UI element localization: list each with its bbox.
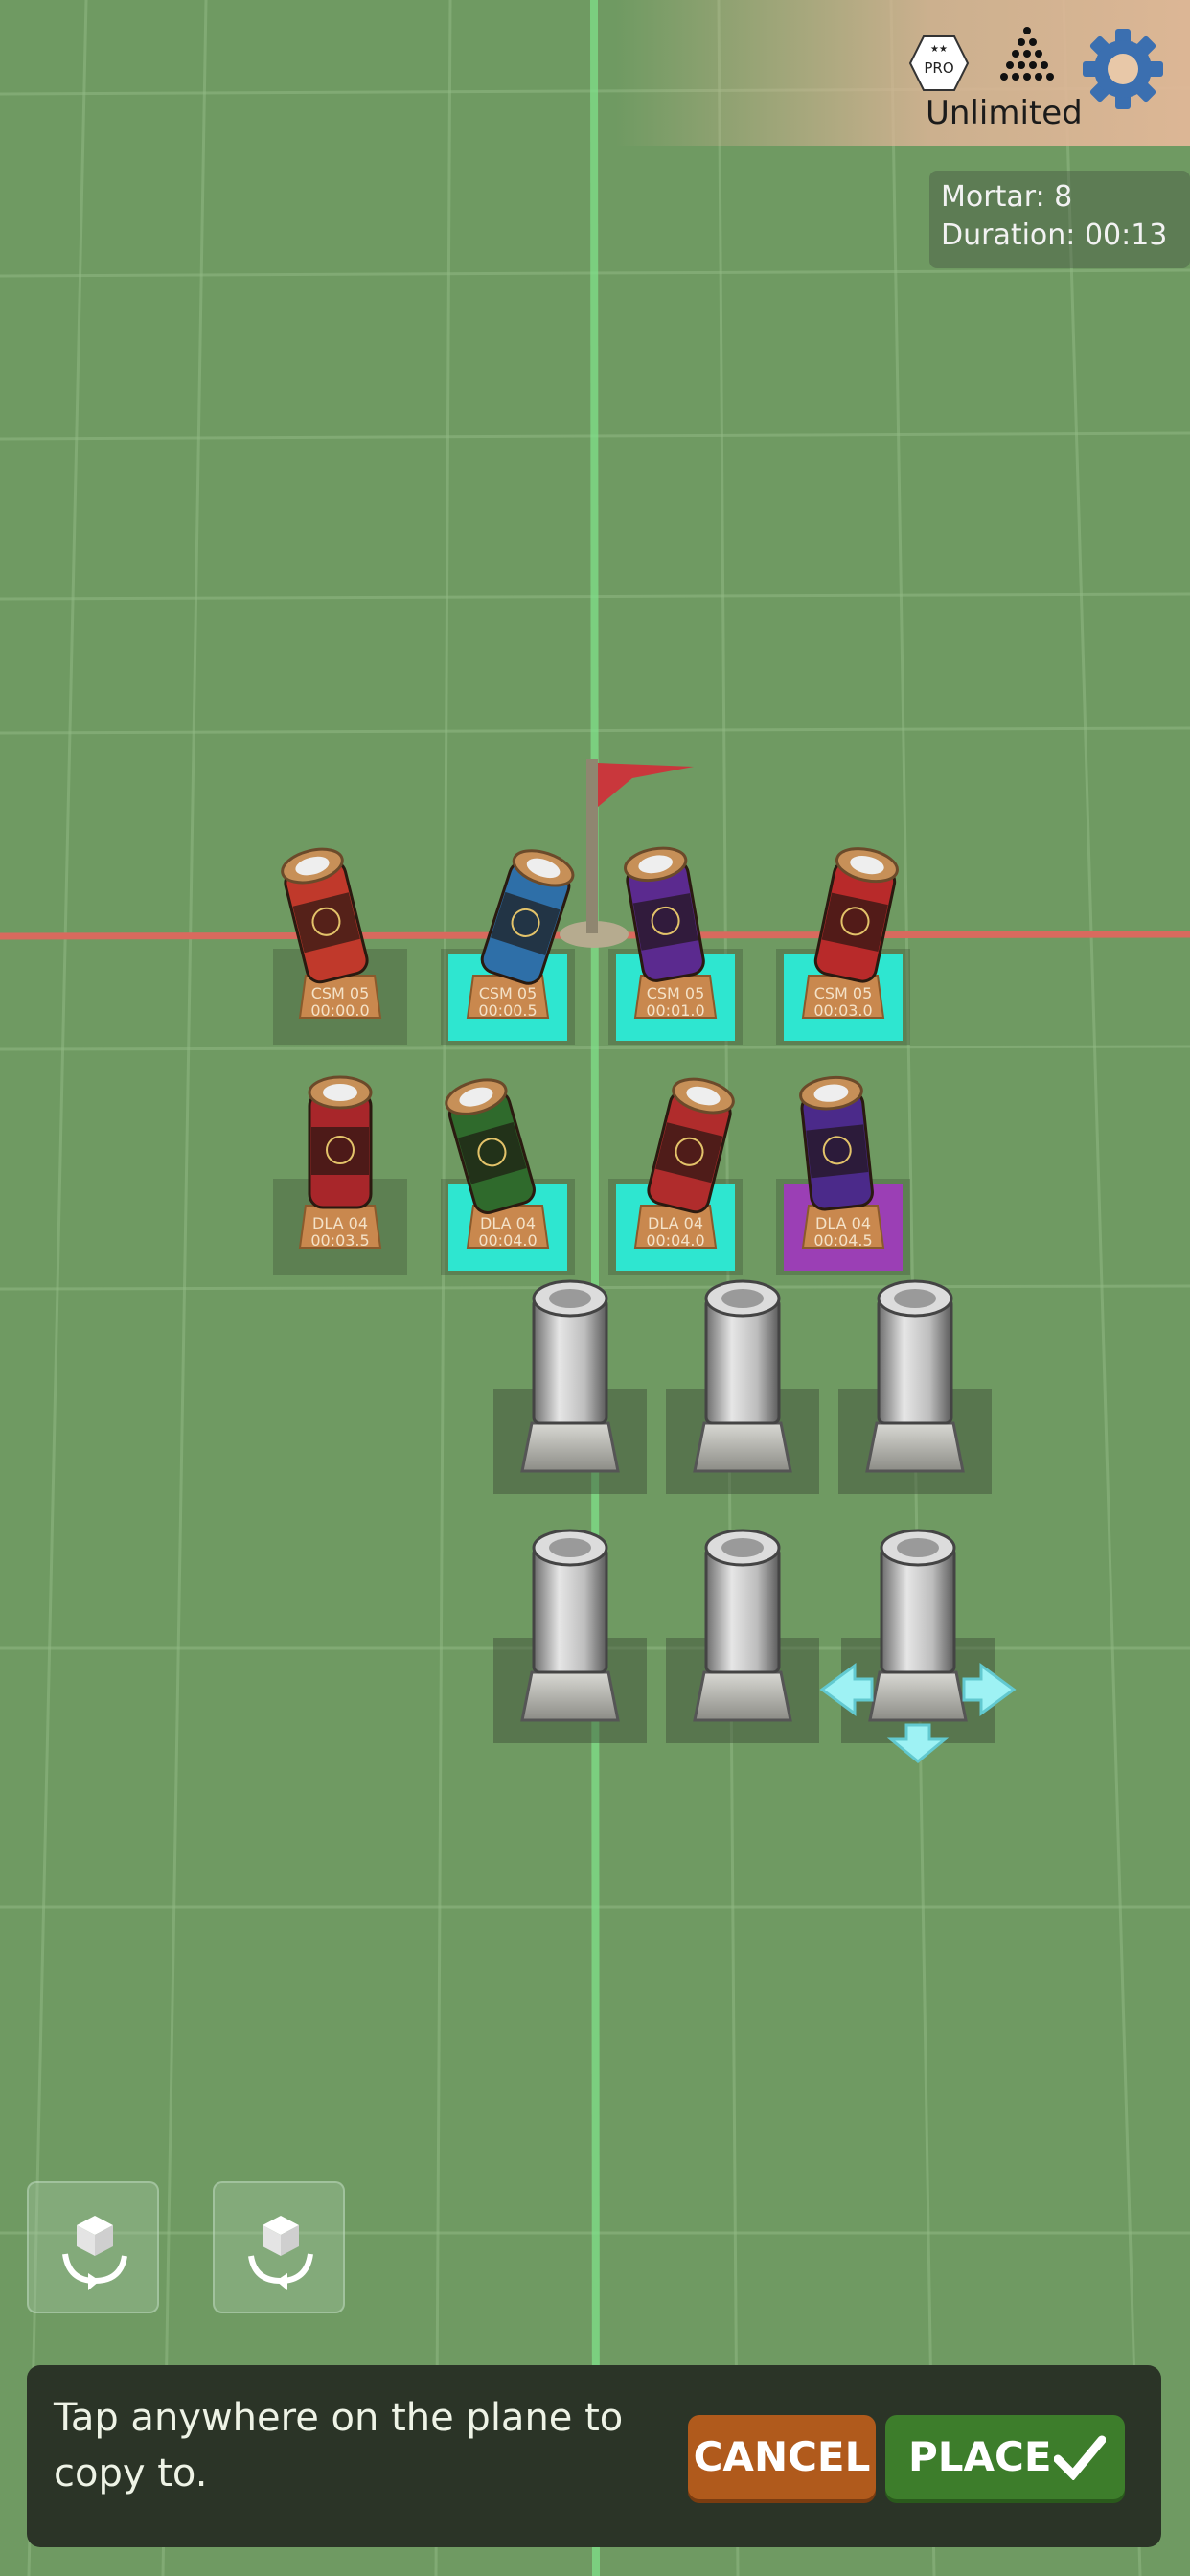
mortar-code-label: DLA 04 <box>480 1214 536 1232</box>
svg-text:★★: ★★ <box>930 44 948 55</box>
mortar-time-label: 00:01.0 <box>646 1001 704 1020</box>
place-button[interactable]: PLACE <box>885 2415 1125 2499</box>
copy-instruction-bar: Tap anywhere on the plane to copy to. CA… <box>27 2365 1161 2547</box>
mortar-code-label: CSM 05 <box>647 984 705 1002</box>
mortar-time-label: 00:03.5 <box>310 1231 369 1250</box>
mortar-code-label: CSM 05 <box>814 984 873 1002</box>
rotate-ccw-icon <box>62 2216 127 2290</box>
show-stats-panel: Mortar: 8 Duration: 00:13 <box>929 171 1190 268</box>
gear-icon[interactable] <box>1081 27 1165 111</box>
copy-hint-text: Tap anywhere on the plane to copy to. <box>54 2390 667 2501</box>
mortar-code-label: DLA 04 <box>815 1214 871 1232</box>
hint-line-1: Tap anywhere on the plane to <box>54 2396 624 2440</box>
mortar-code-label: CSM 05 <box>479 984 538 1002</box>
mortar-time-label: 00:00.0 <box>310 1001 369 1020</box>
fireworks-icon[interactable] <box>996 23 1058 92</box>
mode-label: Unlimited <box>926 94 1083 132</box>
hint-line-2: copy to. <box>54 2451 208 2496</box>
rotate-cw-icon <box>248 2216 313 2290</box>
mortar-time-label: 00:00.5 <box>478 1001 537 1020</box>
mortar-count: Mortar: 8 <box>941 180 1073 214</box>
checkmark-icon <box>1054 2435 1106 2480</box>
rotate-left-button[interactable] <box>27 2181 159 2313</box>
svg-text:PRO: PRO <box>924 59 953 77</box>
show-duration: Duration: 00:13 <box>941 218 1168 252</box>
mortar-code-label: DLA 04 <box>648 1214 703 1232</box>
mortar-code-label: DLA 04 <box>312 1214 368 1232</box>
rotate-right-button[interactable] <box>213 2181 345 2313</box>
mortar-code-label: CSM 05 <box>311 984 370 1002</box>
mortar-time-label: 00:04.0 <box>646 1231 704 1250</box>
game-scene[interactable]: CSM 0500:00.0CSM 0500:00.5CSM 0500:01.0C… <box>0 0 1190 2576</box>
mortar-time-label: 00:04.0 <box>478 1231 537 1250</box>
pro-badge-icon[interactable]: ★★ PRO <box>908 34 970 92</box>
mortar-time-label: 00:03.0 <box>813 1001 872 1020</box>
cancel-button[interactable]: CANCEL <box>688 2415 876 2499</box>
place-button-label: PLACE <box>908 2433 1052 2480</box>
mortar-time-label: 00:04.5 <box>813 1231 872 1250</box>
